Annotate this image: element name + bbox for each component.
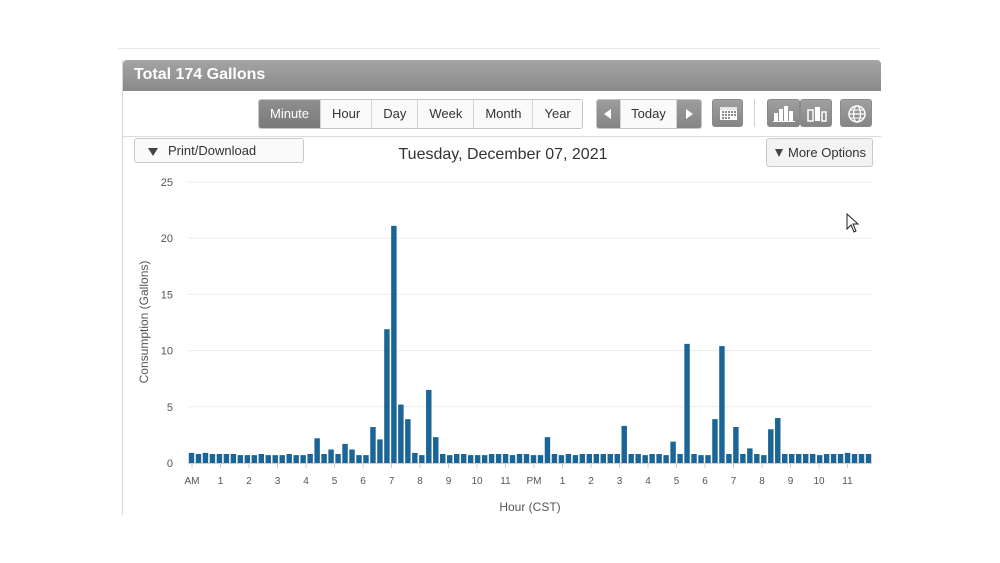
tab-week[interactable]: Week [418, 100, 475, 128]
globe-button[interactable] [840, 99, 872, 127]
tab-month[interactable]: Month [474, 100, 534, 128]
interval-selector: Minute Hour Day Week Month Year [258, 99, 583, 129]
chevron-left-icon [604, 109, 611, 119]
tab-minute[interactable]: Minute [259, 100, 322, 128]
date-navigator: Today [596, 99, 702, 129]
chevron-right-icon [686, 109, 693, 119]
toolbar-separator [123, 136, 881, 137]
mouse-cursor-icon [846, 213, 860, 233]
tab-year[interactable]: Year [533, 100, 582, 128]
more-options-button[interactable]: More Options [766, 138, 873, 167]
more-options-label: More Options [788, 145, 867, 160]
total-gallons-title: Total 174 Gallons [134, 66, 266, 83]
next-button[interactable] [677, 100, 701, 128]
compare-chart-icon [807, 107, 827, 122]
tab-hour[interactable]: Hour [321, 100, 373, 128]
triangle-down-icon [775, 149, 783, 157]
previous-button[interactable] [597, 100, 621, 128]
toolbar-divider [754, 99, 755, 127]
globe-icon [848, 105, 866, 123]
panel-header: Total 174 Gallons [123, 60, 881, 91]
bar-chart-icon [773, 106, 795, 122]
compare-chart-button[interactable] [800, 99, 832, 127]
calendar-button[interactable] [712, 99, 743, 127]
bar-chart-button[interactable] [767, 99, 800, 127]
tab-day[interactable]: Day [372, 100, 419, 128]
chart-panel: Total 174 Gallons Minute Hour Day Week M… [122, 60, 881, 515]
calendar-icon [720, 107, 737, 120]
today-button[interactable]: Today [621, 100, 677, 128]
